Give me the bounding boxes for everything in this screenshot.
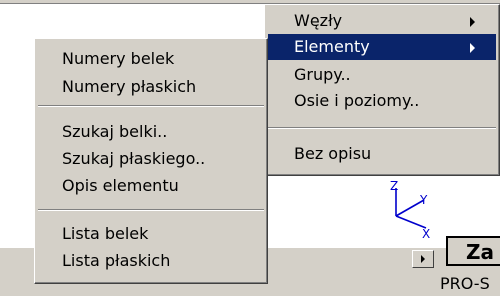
submenu-item-lista-plaskich[interactable]: Lista płaskich <box>38 248 264 274</box>
axis-y-label: Y <box>419 193 428 207</box>
za-button-label: Za <box>466 240 494 264</box>
menu-item-label: Numery belek <box>62 49 175 68</box>
menu-item-label: Opis elementu <box>62 176 179 195</box>
submenu-arrow-icon <box>470 43 475 53</box>
menu-item-label: Grupy.. <box>294 65 351 84</box>
menu-separator <box>38 209 264 211</box>
axis-x-label: X <box>422 227 430 240</box>
scroll-right-arrow-icon <box>421 255 425 263</box>
submenu-item-lista-belek[interactable]: Lista belek <box>38 221 264 247</box>
menu-item-label: Lista belek <box>62 224 149 243</box>
menu-item-label: Węzły <box>294 11 343 30</box>
menu-item-label: Bez opisu <box>294 144 372 163</box>
za-button[interactable]: Za <box>446 236 500 266</box>
menu-item-label: Elementy <box>294 37 370 56</box>
axis-z-label: Z <box>390 180 398 193</box>
axis-indicator: Z Y X <box>390 180 430 240</box>
submenu-item-szukaj-plaskiego[interactable]: Szukaj płaskiego.. <box>38 146 264 172</box>
menu-item-osie-i-poziomy[interactable]: Osie i poziomy.. <box>268 88 496 114</box>
menu-item-label: Szukaj płaskiego.. <box>62 149 206 168</box>
menu-separator <box>38 105 264 107</box>
menu-item-label: Osie i poziomy.. <box>294 91 420 110</box>
context-menu-main: Węzły Elementy Grupy.. Osie i poziomy.. … <box>264 4 500 176</box>
menu-item-bez-opisu[interactable]: Bez opisu <box>268 141 496 167</box>
menu-item-label: Numery płaskich <box>62 77 197 96</box>
submenu-item-szukaj-belki[interactable]: Szukaj belki.. <box>38 119 264 145</box>
submenu-item-numery-plaskich[interactable]: Numery płaskich <box>38 74 264 100</box>
menu-item-grupy[interactable]: Grupy.. <box>268 62 496 88</box>
status-text: PRO-S <box>440 274 490 293</box>
scroll-right-button[interactable] <box>412 250 434 268</box>
submenu-item-numery-belek[interactable]: Numery belek <box>38 46 264 72</box>
menu-item-label: Lista płaskich <box>62 251 171 270</box>
menu-item-wezly[interactable]: Węzły <box>268 8 496 34</box>
menu-item-elementy[interactable]: Elementy <box>268 34 496 60</box>
submenu-arrow-icon <box>470 17 475 27</box>
menu-separator <box>268 127 496 129</box>
submenu-item-opis-elementu[interactable]: Opis elementu <box>38 173 264 199</box>
menu-item-label: Szukaj belki.. <box>62 122 168 141</box>
context-submenu-elementy: Numery belek Numery płaskich Szukaj belk… <box>34 38 268 284</box>
